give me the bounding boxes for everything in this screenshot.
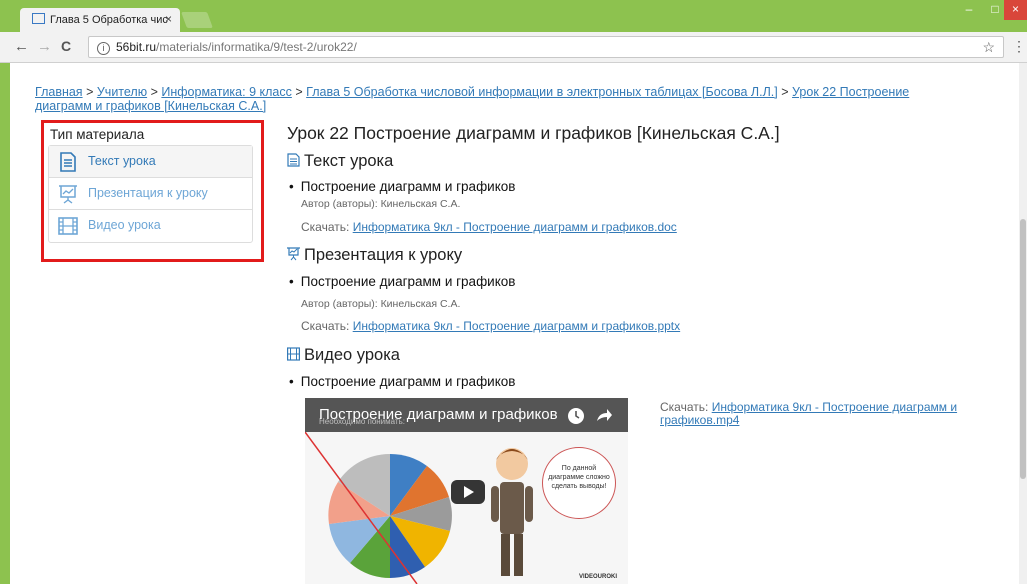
browser-menu-icon[interactable]: ⋮	[1012, 38, 1026, 55]
document-icon	[60, 152, 76, 172]
presentation-icon	[287, 247, 300, 261]
breadcrumb-teacher[interactable]: Учителю	[97, 85, 147, 99]
section-heading-presentation: Презентация к уроку	[287, 246, 462, 265]
browser-tab[interactable]: Глава 5 Обработка чис ×	[20, 8, 180, 32]
section-heading-label: Видео урока	[304, 346, 400, 364]
material-title: Построение диаграмм и графиков	[289, 179, 516, 194]
breadcrumb-grade[interactable]: Информатика: 9 класс	[161, 85, 291, 99]
video-player[interactable]: Необходимо понимать: Построение диаграмм…	[305, 398, 628, 584]
breadcrumb: Главная > Учителю > Информатика: 9 класс…	[35, 85, 945, 113]
share-icon[interactable]	[595, 407, 613, 425]
sidebar-item-video[interactable]: Видео урока	[49, 210, 252, 242]
videouroki-logo: VIDEOUROKI	[579, 574, 618, 580]
tab-title: Глава 5 Обработка чис	[50, 14, 168, 26]
document-icon	[287, 153, 300, 167]
material-type-panel: Тип материала Текст урока Презентация к …	[41, 120, 264, 262]
download-row: Скачать: Информатика 9кл - Построение ди…	[660, 401, 995, 427]
section-heading-text: Текст урока	[287, 152, 393, 171]
sidebar-item-label: Презентация к уроку	[88, 186, 208, 200]
material-title: Построение диаграмм и графиков	[289, 274, 516, 289]
film-icon	[287, 347, 301, 361]
url-domain: 56bit.ru	[116, 40, 157, 54]
page-scrollbar[interactable]	[1019, 63, 1027, 584]
download-row: Скачать: Информатика 9кл - Построение ди…	[301, 220, 677, 234]
sidebar-item-presentation[interactable]: Презентация к уроку	[49, 178, 252, 210]
download-label: Скачать:	[301, 319, 350, 333]
address-bar[interactable]: i 56bit.ru/materials/informatika/9/test-2…	[88, 36, 1004, 58]
info-icon[interactable]: i	[97, 42, 110, 55]
material-type-list: Текст урока Презентация к уроку Видео ур…	[48, 145, 253, 243]
watch-later-icon[interactable]	[567, 407, 585, 425]
bookmark-star-icon[interactable]: ☆	[982, 39, 995, 56]
page-title: Урок 22 Построение диаграмм и графиков […	[287, 123, 780, 143]
section-heading-label: Презентация к уроку	[304, 246, 463, 264]
browser-titlebar: Глава 5 Обработка чис × – □ ×	[0, 0, 1027, 32]
scrollbar-thumb[interactable]	[1020, 219, 1026, 479]
material-title: Построение диаграмм и графиков	[289, 374, 516, 389]
forward-button[interactable]: →	[37, 38, 52, 55]
new-tab-button[interactable]	[181, 12, 213, 28]
breadcrumb-home[interactable]: Главная	[35, 85, 83, 99]
download-pptx-link[interactable]: Информатика 9кл - Построение диаграмм и …	[353, 319, 680, 333]
speech-bubble: По данной диаграмме сложно сделать вывод…	[542, 447, 616, 519]
film-icon	[58, 217, 78, 235]
section-heading-label: Текст урока	[304, 152, 394, 170]
window-close-button[interactable]: ×	[1004, 0, 1027, 20]
breadcrumb-separator: >	[150, 85, 158, 99]
material-type-title: Тип материала	[50, 127, 145, 142]
breadcrumb-separator: >	[86, 85, 94, 99]
page-content: Главная > Учителю > Информатика: 9 класс…	[10, 63, 1019, 584]
download-label: Скачать:	[660, 400, 709, 414]
presentation-icon	[59, 185, 77, 204]
sidebar-item-label: Текст урока	[88, 154, 156, 168]
window-minimize-button[interactable]: –	[956, 0, 982, 20]
download-row: Скачать: Информатика 9кл - Построение ди…	[301, 319, 680, 333]
back-button[interactable]: ←	[14, 38, 29, 55]
video-title[interactable]: Построение диаграмм и графиков	[319, 406, 558, 423]
tab-close-icon[interactable]: ×	[165, 12, 172, 26]
download-label: Скачать:	[301, 220, 350, 234]
section-heading-video: Видео урока	[287, 346, 400, 365]
page-favicon-icon	[32, 13, 45, 24]
reload-button[interactable]: C	[61, 38, 71, 54]
url-path: /materials/informatika/9/test-2/urok22/	[156, 40, 357, 54]
material-author: Автор (авторы): Кинельская С.А.	[301, 198, 461, 210]
sidebar-item-text[interactable]: Текст урока	[49, 146, 252, 178]
breadcrumb-separator: >	[781, 85, 789, 99]
breadcrumb-separator: >	[295, 85, 303, 99]
sidebar-item-label: Видео урока	[88, 218, 161, 232]
browser-toolbar: ← → C i 56bit.ru/materials/informatika/9/…	[0, 32, 1027, 63]
play-button[interactable]	[451, 480, 485, 504]
material-author: Автор (авторы): Кинельская С.А.	[301, 298, 461, 310]
breadcrumb-chapter[interactable]: Глава 5 Обработка числовой информации в …	[306, 85, 778, 99]
download-doc-link[interactable]: Информатика 9кл - Построение диаграмм и …	[353, 220, 677, 234]
